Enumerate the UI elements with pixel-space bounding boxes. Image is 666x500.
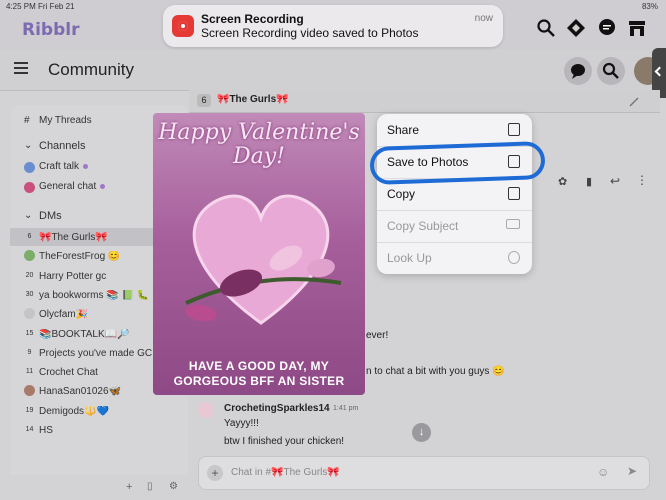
shop-icon[interactable] xyxy=(627,18,647,38)
reaction-icon[interactable]: ✿ xyxy=(558,175,567,188)
channel-craft-talk[interactable]: Craft talk xyxy=(39,161,89,172)
status-battery: 83% xyxy=(641,2,658,11)
patterns-icon[interactable] xyxy=(566,18,586,38)
valentine-image: Happy Valentine's Day! HAVE A GOOD DAY, … xyxy=(153,113,365,395)
message-actions: ✿ ▮ ↩ ⋮ xyxy=(530,172,655,192)
message-text: Yayyy!!! xyxy=(224,418,259,429)
screen-recording-icon xyxy=(172,15,194,37)
emoji-icon[interactable]: ☺ xyxy=(597,465,609,479)
dm-item[interactable]: Harry Potter gc xyxy=(39,271,106,282)
add-icon[interactable]: + xyxy=(126,481,132,493)
chat-icon[interactable] xyxy=(597,18,617,38)
more-icon[interactable]: ⋮ xyxy=(636,173,648,187)
message-text: btw I finished your chicken! xyxy=(224,436,345,447)
message-text: n to chat a bit with you guys 😊 xyxy=(366,366,505,377)
dm-item[interactable]: ya bookworms 📚 📗 🐛 xyxy=(39,290,149,301)
chat-title: 🎀The Gurls🎀 xyxy=(217,94,289,105)
bookmark-icon[interactable]: ▮ xyxy=(586,175,592,188)
lookup-icon xyxy=(508,251,520,264)
search-icon[interactable] xyxy=(536,18,556,38)
search-button[interactable] xyxy=(597,57,625,85)
chevron-down-icon[interactable]: ⌄ xyxy=(24,210,32,221)
reply-icon[interactable]: ↩ xyxy=(610,174,620,188)
my-threads-link[interactable]: My Threads xyxy=(39,115,92,126)
dm-badge: 19 xyxy=(25,406,34,414)
channels-header[interactable]: Channels xyxy=(39,140,85,152)
dm-item[interactable]: TheForestFrog 😊 xyxy=(39,251,120,262)
heart-flowers-graphic xyxy=(185,194,342,325)
channel-icon xyxy=(24,182,35,193)
chat-header: 6 🎀The Gurls🎀 xyxy=(189,90,660,113)
dm-item[interactable]: Projects you've made GC xyxy=(39,348,152,359)
message-text: ever! xyxy=(366,330,389,341)
image-heading: Happy Valentine's Day! xyxy=(158,120,360,169)
context-menu: Share Save to Photos Copy Copy Subject L… xyxy=(377,114,532,274)
channel-icon xyxy=(24,162,35,173)
menu-item-look-up[interactable]: Look Up xyxy=(377,242,532,274)
copy-subject-icon xyxy=(506,219,520,229)
highlight-circle xyxy=(369,140,546,186)
mobile-icon[interactable]: ▯ xyxy=(147,481,153,492)
dm-item[interactable]: Olycfam🎉 xyxy=(39,309,88,320)
notification-banner[interactable]: Screen Recording Screen Recording video … xyxy=(163,5,503,47)
dm-badge: 15 xyxy=(25,329,34,337)
dm-item[interactable]: HanaSan01026🦋 xyxy=(39,386,121,397)
threads-icon: # xyxy=(24,115,30,126)
chat-bubble-icon xyxy=(571,64,585,79)
search-icon xyxy=(602,62,619,79)
status-time: 4:25 PM Fri Feb 21 xyxy=(6,2,75,11)
chat-toggle-button[interactable] xyxy=(564,57,592,85)
dms-header[interactable]: DMs xyxy=(39,210,62,222)
dm-item[interactable]: Demigods🔱💙 xyxy=(39,406,109,417)
member-count-badge: 6 xyxy=(197,94,211,107)
notification-title: Screen Recording xyxy=(201,12,304,26)
avatar[interactable] xyxy=(198,402,214,418)
channel-general-chat[interactable]: General chat xyxy=(39,181,106,192)
collapse-icon[interactable] xyxy=(628,96,640,108)
message-composer[interactable]: + Chat in #🎀The Gurls🎀 ☺ ➤ xyxy=(198,456,650,490)
send-icon[interactable]: ➤ xyxy=(627,464,637,478)
scroll-down-button[interactable]: ↓ xyxy=(412,423,431,442)
image-caption: HAVE A GOOD DAY, MY GORGEOUS BFF AN SIST… xyxy=(173,359,345,388)
notification-body: Screen Recording video saved to Photos xyxy=(201,26,419,40)
composer-input[interactable]: Chat in #🎀The Gurls🎀 xyxy=(231,467,340,478)
share-icon xyxy=(508,123,520,136)
copy-icon xyxy=(508,187,520,200)
page-title: Community xyxy=(48,60,134,79)
add-attachment-button[interactable]: + xyxy=(207,465,223,481)
dm-badge: 30 xyxy=(25,290,34,298)
notification-time: now xyxy=(474,13,493,24)
dm-badge: 9 xyxy=(27,348,32,356)
chevron-down-icon[interactable]: ⌄ xyxy=(24,140,32,151)
dm-item[interactable]: Crochet Chat xyxy=(39,367,98,378)
settings-icon[interactable]: ⚙ xyxy=(169,481,178,492)
message-time: 1:41 pm xyxy=(333,405,359,412)
menu-item-copy-subject[interactable]: Copy Subject xyxy=(377,210,532,243)
menu-icon[interactable] xyxy=(14,62,28,74)
dm-badge: 6 xyxy=(27,233,32,240)
dm-badge: 14 xyxy=(25,426,34,433)
brand-logo[interactable]: Ribblr xyxy=(22,20,79,40)
dm-item[interactable]: 📚BOOKTALK📖🔎 xyxy=(39,329,130,340)
dm-item[interactable]: 🎀The Gurls🎀 xyxy=(39,232,108,243)
message-author[interactable]: CrochetingSparkles14 xyxy=(224,403,330,414)
dm-item[interactable]: HS xyxy=(39,425,53,436)
dm-badge: 20 xyxy=(25,271,34,279)
